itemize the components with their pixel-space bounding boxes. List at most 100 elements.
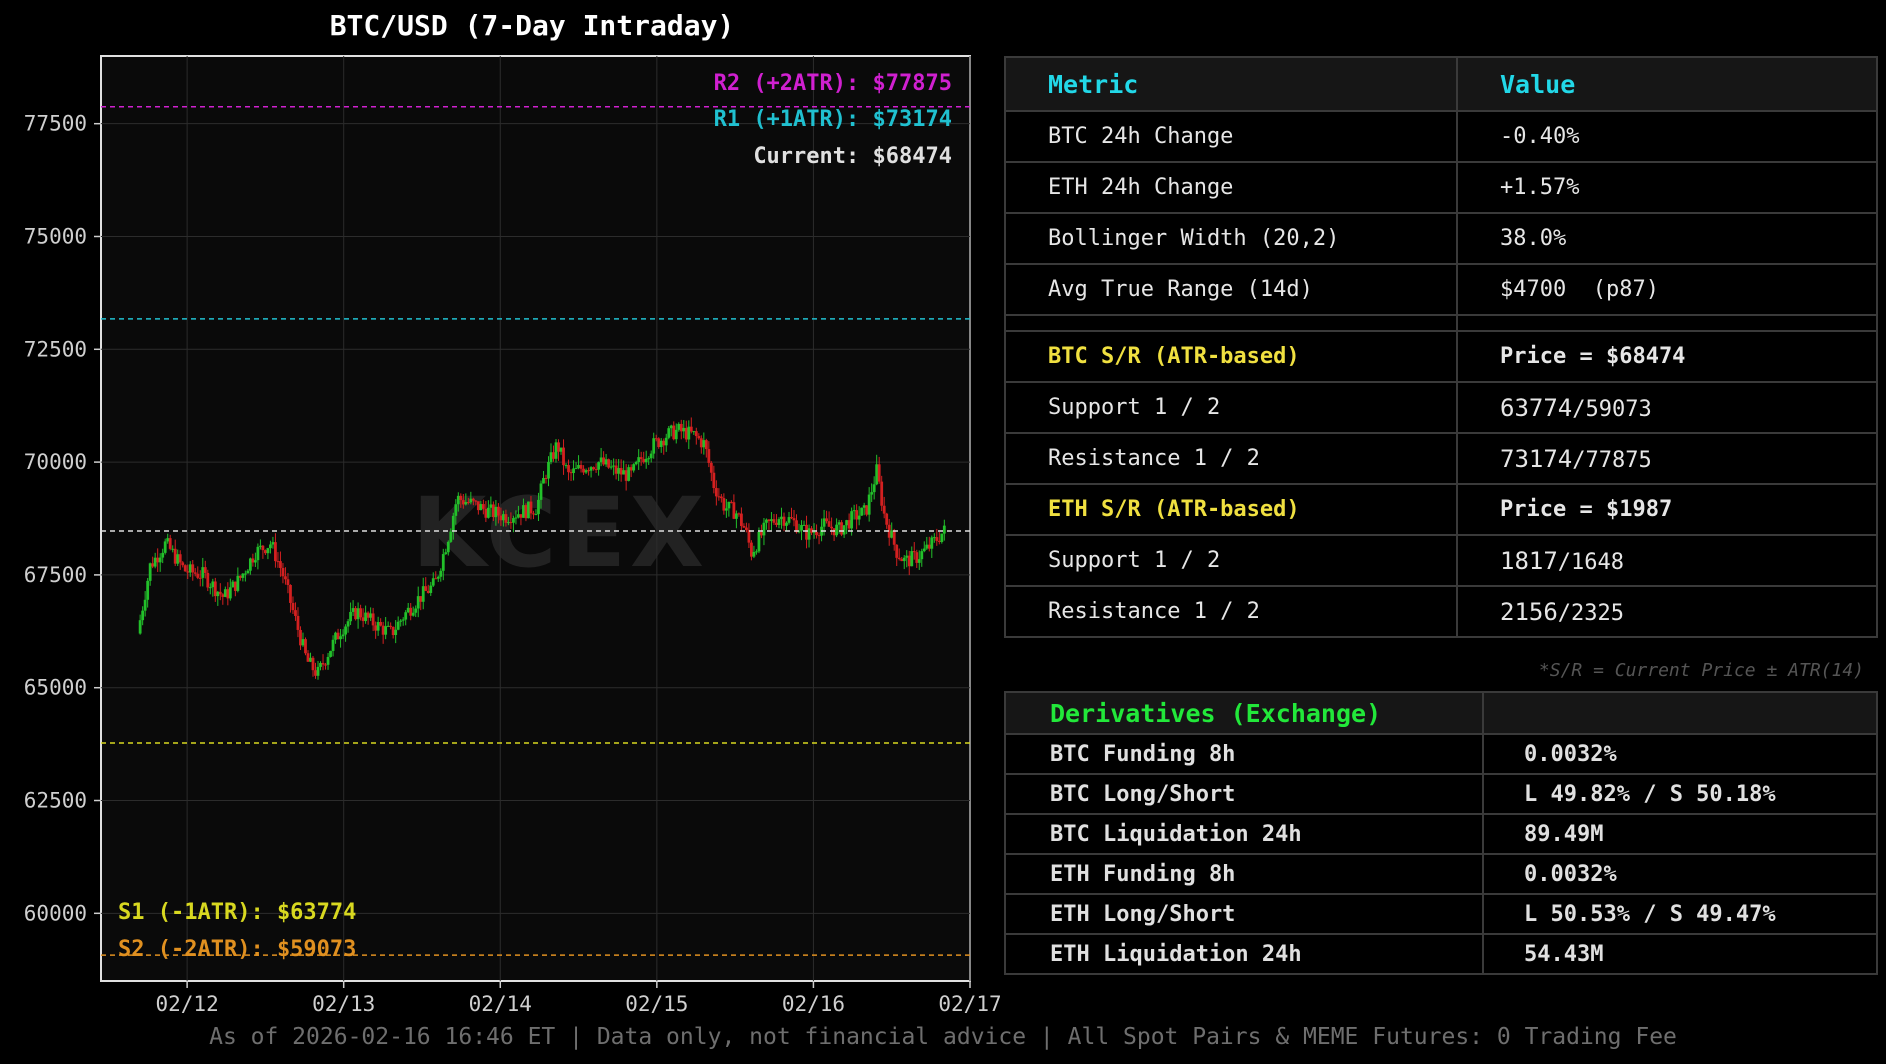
candle-body <box>572 468 575 474</box>
candle-body <box>842 525 846 535</box>
deriv-value: 0.0032% <box>1482 733 1878 775</box>
deriv-label: BTC Funding 8h <box>1004 733 1484 775</box>
deriv-label: BTC Long/Short <box>1004 773 1484 815</box>
candle-body <box>213 581 217 597</box>
price-chart: BTC/USD (7-Day Intraday) KCEX R2 (+2ATR)… <box>24 9 1000 1016</box>
candle-body <box>346 621 350 627</box>
candle-body <box>186 571 190 573</box>
btc-resistance-2: /77875 <box>1572 447 1652 473</box>
candle-body <box>226 589 230 599</box>
candle-body <box>750 542 753 557</box>
candle-body <box>304 639 307 654</box>
candle-body <box>421 586 425 602</box>
candle-body <box>369 613 373 618</box>
candle-body <box>702 440 706 448</box>
table-row: BTC Long/Short L 49.82% / S 50.18% <box>1004 773 1878 815</box>
candle-body <box>712 472 716 489</box>
x-tick-label: 02/17 <box>938 992 1000 1016</box>
candle-body <box>449 531 453 542</box>
candle-body <box>339 636 342 640</box>
candle-body <box>311 657 315 671</box>
metrics-table: Metric Value BTC 24h Change -0.40% ETH 2… <box>1004 56 1878 638</box>
candle-body <box>627 467 631 481</box>
candle-body <box>855 510 859 520</box>
candle-body <box>649 453 653 459</box>
deriv-label: BTC Liquidation 24h <box>1004 813 1484 855</box>
candle-body <box>742 525 746 528</box>
candle-body <box>386 625 390 627</box>
candle-body <box>203 567 207 573</box>
candle-body <box>922 548 926 552</box>
candle-body <box>517 514 520 518</box>
candle-body <box>617 468 621 474</box>
candle-body <box>634 461 638 465</box>
candle-body <box>862 505 866 508</box>
candle-body <box>336 632 340 640</box>
candle-body <box>143 599 147 611</box>
candle-body <box>181 562 185 566</box>
candle-body <box>612 465 616 467</box>
candle-body <box>211 581 215 588</box>
candle-body <box>168 538 172 549</box>
candle-body <box>258 545 262 547</box>
candle-body <box>800 525 803 531</box>
y-tick-label: 67500 <box>24 563 87 587</box>
candle-body <box>567 465 570 473</box>
level-label: S2 (-2ATR): $59073 <box>118 937 356 962</box>
y-tick-label: 72500 <box>24 337 87 361</box>
metric-value: -0.40% <box>1456 110 1878 163</box>
btc-support-2: /59073 <box>1572 396 1652 422</box>
candle-body <box>233 581 237 591</box>
candle-body <box>722 498 726 511</box>
candle-body <box>664 437 668 446</box>
candle-body <box>341 634 345 637</box>
candle-body <box>584 470 588 473</box>
candle-body <box>537 499 540 515</box>
candle-body <box>424 586 428 591</box>
candle-body <box>932 537 936 539</box>
metric-header: Metric <box>1004 56 1458 112</box>
candle-body <box>827 521 831 527</box>
candle-body <box>329 650 332 657</box>
candle-body <box>709 462 713 473</box>
candle-body <box>727 501 731 509</box>
metric-value: 38.0% <box>1456 212 1878 265</box>
eth-support-1: 1817 <box>1500 546 1558 575</box>
candle-body <box>166 538 170 542</box>
candle-body <box>935 537 939 541</box>
eth-support-value: 1817/1648 <box>1456 534 1878 587</box>
candle-body <box>153 557 157 567</box>
candle-body <box>745 527 748 530</box>
table-row: ETH Long/Short L 50.53% / S 49.47% <box>1004 893 1878 935</box>
candle-body <box>587 470 590 472</box>
candle-body <box>697 436 701 439</box>
candle-body <box>780 516 783 520</box>
candle-body <box>659 440 663 448</box>
candle-body <box>609 466 613 468</box>
candle-body <box>389 625 393 627</box>
candle-body <box>269 544 272 549</box>
candle-body <box>206 572 210 588</box>
btc-sr-label: BTC S/R (ATR-based) <box>1004 330 1458 383</box>
candle-body <box>471 498 475 501</box>
candle-body <box>201 567 205 578</box>
candle-body <box>632 464 636 471</box>
candle-body <box>672 425 676 440</box>
candle-body <box>306 653 310 662</box>
candle-body <box>444 552 448 555</box>
candle-body <box>845 520 849 526</box>
candle-body <box>391 626 395 636</box>
btc-resistance-value: 73174/77875 <box>1456 432 1878 485</box>
candle-body <box>937 540 941 542</box>
derivatives-header-row: Derivatives (Exchange) <box>1004 691 1878 735</box>
candle-body <box>266 548 270 554</box>
table-row: ETH 24h Change +1.57% <box>1004 161 1878 214</box>
eth-price: Price = $1987 <box>1456 483 1878 536</box>
candle-body <box>772 519 776 523</box>
candle-body <box>354 608 357 620</box>
candle-body <box>491 504 495 518</box>
candle-body <box>895 544 899 558</box>
candle-body <box>614 465 618 474</box>
table-row: ETH Liquidation 24h 54.43M <box>1004 933 1878 975</box>
candle-body <box>396 621 400 630</box>
